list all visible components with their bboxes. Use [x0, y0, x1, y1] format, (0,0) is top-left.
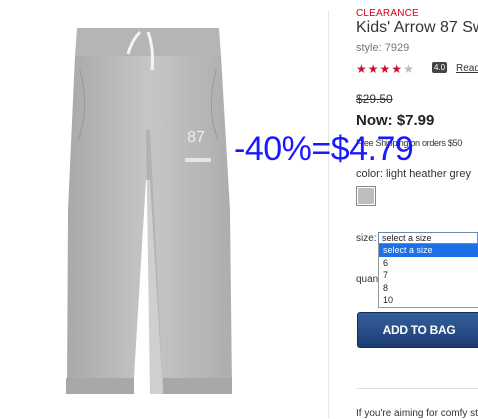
color-label: color: light heather grey — [356, 168, 471, 180]
read-reviews-link[interactable]: Read — [456, 63, 478, 74]
divider — [356, 388, 478, 389]
size-select[interactable]: select a size — [378, 232, 478, 244]
sweatpants-image: 87 — [66, 28, 232, 394]
style-number: style: 7929 — [356, 42, 410, 54]
color-swatch[interactable] — [356, 186, 376, 206]
quantity-label: quan — [356, 274, 378, 285]
size-option[interactable]: 10 — [379, 294, 478, 307]
star-icon: ★ — [367, 62, 380, 76]
star-icon: ★ — [391, 62, 404, 76]
size-dropdown-list: select a size 6 7 8 10 — [378, 244, 478, 308]
star-rating: ★★★★★ — [356, 62, 415, 76]
star-icon: ★ — [356, 62, 368, 76]
product-title: Kids' Arrow 87 Sw — [356, 19, 478, 36]
original-price: $29.50 — [356, 92, 393, 106]
clearance-tag: CLEARANCE — [356, 8, 419, 19]
size-option[interactable]: 7 — [379, 269, 478, 282]
description-teaser: If you're aiming for comfy sty — [356, 408, 478, 419]
discount-annotation: -40%=$4.79 — [234, 130, 414, 168]
sale-price: Now: $7.99 — [356, 112, 435, 129]
star-icon: ★ — [379, 62, 392, 76]
svg-text:87: 87 — [187, 129, 205, 146]
color-swatch-fill — [358, 188, 374, 204]
add-to-bag-button[interactable]: ADD TO BAG — [357, 312, 478, 348]
size-option[interactable]: select a size — [379, 244, 478, 257]
rating-badge: 4.0 — [432, 62, 448, 73]
size-option[interactable]: 8 — [379, 282, 478, 295]
product-image[interactable]: 87 — [0, 10, 329, 418]
size-option[interactable]: 6 — [379, 257, 478, 270]
size-label: size: — [356, 233, 377, 244]
star-empty-icon: ★ — [403, 62, 415, 76]
